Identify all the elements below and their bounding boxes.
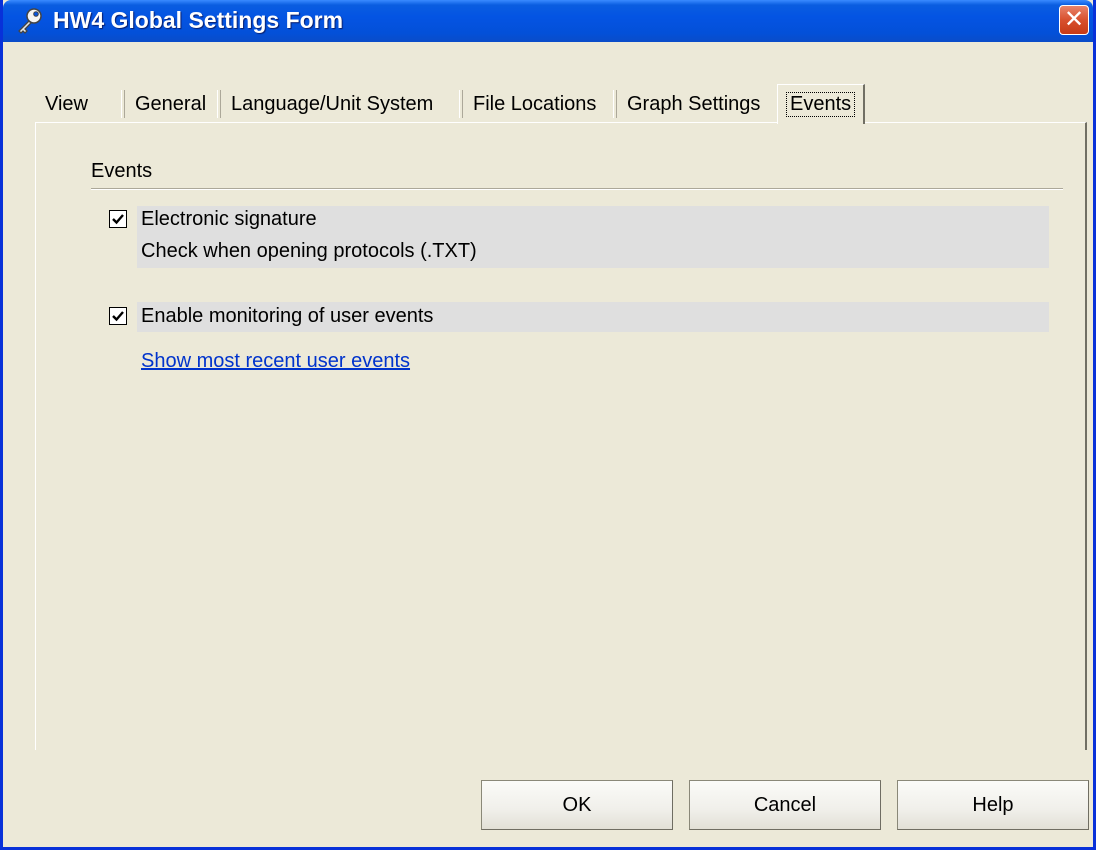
electronic-signature-sublabel: Check when opening protocols (.TXT) (141, 240, 477, 262)
tab-view[interactable]: View (37, 88, 96, 120)
group-divider (91, 188, 1063, 190)
cancel-button[interactable]: Cancel (689, 780, 881, 830)
tab-label: Language/Unit System (231, 92, 434, 115)
electronic-signature-checkbox[interactable] (109, 210, 127, 228)
tab-label: Events (786, 92, 856, 117)
ok-button[interactable]: OK (481, 780, 673, 830)
tab-label: Graph Settings (627, 92, 761, 115)
tab-graph-settings[interactable]: Graph Settings (619, 88, 768, 120)
tab-file-locations[interactable]: File Locations (465, 88, 604, 120)
tab-separator (613, 90, 617, 118)
tab-strip: View General Language/Unit System File L… (35, 84, 1085, 124)
tab-label: General (135, 92, 207, 115)
show-recent-events-link[interactable]: Show most recent user events (141, 350, 410, 373)
tab-label: File Locations (473, 92, 597, 115)
tab-separator (459, 90, 463, 118)
tab-language-unit-system[interactable]: Language/Unit System (223, 88, 441, 120)
tab-label: View (45, 92, 88, 115)
close-button[interactable]: ✕ (1059, 5, 1089, 35)
close-icon: ✕ (1063, 6, 1085, 33)
tab-general[interactable]: General (127, 88, 214, 120)
tab-events[interactable]: Events (777, 84, 866, 124)
events-group-label: Events (91, 160, 153, 182)
tab-separator (121, 90, 125, 118)
settings-window: HW4 Global Settings Form ✕ View General … (0, 0, 1096, 850)
user-events-checkbox[interactable] (109, 307, 127, 325)
electronic-signature-label[interactable]: Electronic signature (141, 208, 317, 231)
user-events-label[interactable]: Enable monitoring of user events (141, 305, 433, 328)
checkmark-icon (112, 214, 124, 225)
title-bar[interactable]: HW4 Global Settings Form ✕ (3, 0, 1093, 42)
help-button[interactable]: Help (897, 780, 1089, 830)
window-title: HW4 Global Settings Form (53, 7, 344, 33)
checkmark-icon (112, 311, 124, 322)
key-icon (18, 8, 42, 34)
tab-separator (217, 90, 221, 118)
